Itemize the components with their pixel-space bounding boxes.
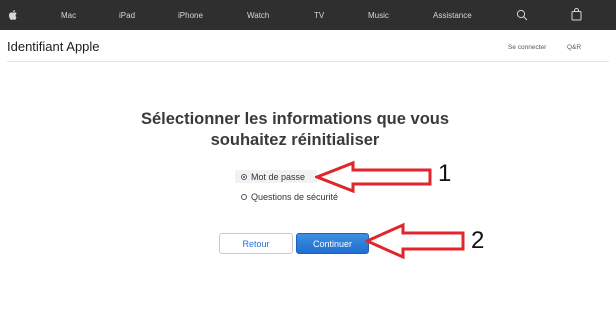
heading-line-2: souhaitez réinitialiser — [210, 131, 380, 149]
nav-ipad[interactable]: iPad — [119, 0, 135, 30]
option-password-label: Mot de passe — [251, 172, 306, 182]
sign-in-link[interactable]: Se connecter — [508, 44, 546, 51]
reset-heading: Sélectionner les informations que vous s… — [120, 109, 470, 151]
annotation-number-1: 1 — [438, 160, 452, 187]
annotation-arrow-2 — [365, 222, 465, 260]
apple-logo-icon[interactable] — [8, 9, 18, 21]
nav-watch[interactable]: Watch — [247, 0, 269, 30]
continue-button[interactable]: Continuer — [296, 233, 369, 254]
nav-iphone[interactable]: iPhone — [178, 0, 203, 30]
annotation-number-2: 2 — [471, 227, 485, 254]
back-button[interactable]: Retour — [219, 233, 293, 254]
radio-password[interactable] — [241, 174, 247, 180]
page-title: Identifiant Apple — [7, 39, 100, 54]
nav-tv[interactable]: TV — [314, 0, 324, 30]
nav-assistance[interactable]: Assistance — [433, 0, 472, 30]
annotation-arrow-1 — [315, 160, 432, 194]
global-nav: Mac iPad iPhone Watch TV Music Assistanc… — [0, 0, 616, 30]
search-icon[interactable] — [516, 9, 528, 21]
radio-security-questions[interactable] — [241, 194, 247, 200]
shopping-bag-icon[interactable] — [571, 8, 582, 21]
nav-music[interactable]: Music — [368, 0, 389, 30]
heading-line-1: Sélectionner les informations que vous — [140, 110, 450, 128]
option-password[interactable]: Mot de passe — [241, 172, 305, 182]
nav-mac[interactable]: Mac — [61, 0, 76, 30]
apple-id-header: Identifiant Apple Se connecter Q&R — [7, 37, 609, 62]
faq-link[interactable]: Q&R — [567, 44, 581, 51]
